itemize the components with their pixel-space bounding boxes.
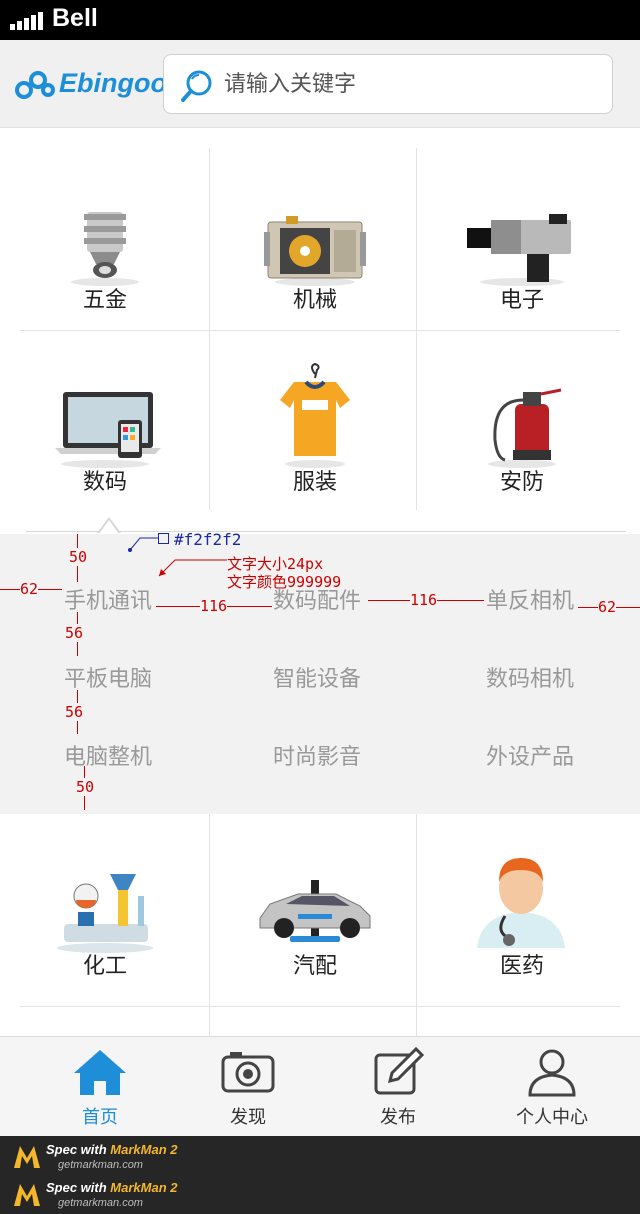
annotation-arrow	[158, 559, 227, 577]
category-auto-parts[interactable]: 汽配	[217, 814, 413, 994]
machinery-icon	[264, 216, 366, 286]
hardware-icon	[71, 212, 139, 286]
divider	[416, 814, 417, 1036]
camera-icon	[221, 1052, 275, 1093]
medicine-icon	[477, 858, 565, 948]
dimension-label: 50	[69, 548, 88, 566]
search-icon[interactable]	[180, 69, 214, 103]
subcategory-item[interactable]: 单反相机	[486, 583, 574, 615]
markman-logo-icon	[14, 1184, 40, 1206]
category-machinery[interactable]: 机械	[217, 148, 413, 328]
color-swatch	[158, 533, 169, 544]
category-label: 化工	[82, 954, 127, 979]
logo-icon	[15, 71, 55, 99]
tab-label: 发现	[230, 1107, 266, 1128]
subcategory-item[interactable]: 时尚影音	[273, 739, 361, 771]
color-pointer	[128, 537, 158, 552]
search-input[interactable]	[224, 65, 594, 103]
divider	[20, 1006, 620, 1007]
tab-publish[interactable]: 发布	[318, 1037, 478, 1137]
markman-site: getmarkman.com	[58, 1159, 143, 1171]
edit-icon	[374, 1047, 425, 1095]
carrier-name: Bell	[52, 4, 98, 32]
home-icon	[74, 1050, 126, 1095]
markman-site: getmarkman.com	[58, 1197, 143, 1209]
category-electronics[interactable]: 电子	[424, 148, 620, 328]
category-label: 医药	[499, 954, 544, 979]
category-label: 服装	[292, 470, 337, 495]
search-box[interactable]	[163, 54, 613, 114]
subcategory-item[interactable]: 电脑整机	[64, 739, 152, 771]
dimension-label: 56	[65, 624, 84, 642]
divider	[209, 814, 210, 1036]
electronics-icon	[467, 214, 571, 286]
category-medicine[interactable]: 医药	[424, 814, 620, 994]
subcategory-item[interactable]: 外设产品	[486, 739, 574, 771]
status-bar: Bell	[0, 0, 640, 40]
digital-icon	[55, 392, 161, 468]
subcategory-item[interactable]: 手机通讯	[64, 583, 152, 615]
category-digital[interactable]: 数码	[7, 330, 203, 510]
category-label: 汽配	[292, 954, 337, 979]
dimension-label: 116	[410, 591, 438, 609]
auto-parts-icon	[259, 880, 371, 942]
category-label: 电子	[499, 288, 544, 313]
chemical-icon	[57, 874, 153, 953]
subcategory-item[interactable]: 平板电脑	[64, 661, 152, 693]
dimension-label: 50	[76, 778, 95, 796]
user-icon	[528, 1049, 576, 1097]
panel-pointer-inner	[99, 520, 119, 534]
markman-footer: Spec with MarkMan 2 getmarkman.com Spec …	[0, 1136, 640, 1214]
color-note: #f2f2f2	[174, 530, 242, 549]
tab-home[interactable]: 首页	[20, 1037, 180, 1137]
font-color-note: 文字颜色999999	[227, 573, 342, 591]
bottom-tabbar: 首页 发现 发布 个人中心	[0, 1036, 640, 1136]
subcategory-item[interactable]: 数码相机	[486, 661, 574, 693]
dimension-label: 62	[20, 580, 39, 598]
category-clothing[interactable]: 服装	[217, 330, 413, 510]
category-chemical[interactable]: 化工	[7, 814, 203, 994]
tab-discover[interactable]: 发现	[168, 1037, 328, 1137]
divider	[416, 148, 417, 510]
markman-logo-icon	[14, 1146, 40, 1168]
markman-title: Spec with MarkMan 2	[46, 1180, 178, 1195]
category-hardware[interactable]: 五金	[7, 148, 203, 328]
category-label: 机械	[292, 288, 337, 313]
logo-text: Ebingoo	[59, 68, 167, 98]
subcategory-item[interactable]: 智能设备	[273, 661, 361, 693]
tab-label: 首页	[82, 1107, 118, 1128]
category-label: 数码	[82, 470, 127, 495]
dimension-label: 62	[598, 598, 617, 616]
markman-badge: Spec with MarkMan 2 getmarkman.com	[12, 1178, 232, 1212]
category-security[interactable]: 安防	[424, 330, 620, 510]
tab-label: 发布	[380, 1107, 416, 1128]
tab-profile[interactable]: 个人中心	[472, 1037, 632, 1137]
divider	[209, 148, 210, 510]
markman-badge: Spec with MarkMan 2 getmarkman.com	[12, 1140, 232, 1174]
signal-icon	[10, 10, 46, 30]
markman-title: Spec with MarkMan 2	[46, 1142, 178, 1157]
dimension-label: 56	[65, 703, 84, 721]
category-label: 五金	[82, 288, 127, 313]
header: Ebingoo	[0, 40, 640, 128]
clothing-icon	[280, 362, 350, 468]
dimension-label: 116	[200, 597, 228, 615]
logo[interactable]: Ebingoo	[14, 66, 167, 102]
category-label: 安防	[499, 470, 544, 495]
security-icon	[488, 388, 562, 468]
tab-label: 个人中心	[516, 1107, 588, 1128]
